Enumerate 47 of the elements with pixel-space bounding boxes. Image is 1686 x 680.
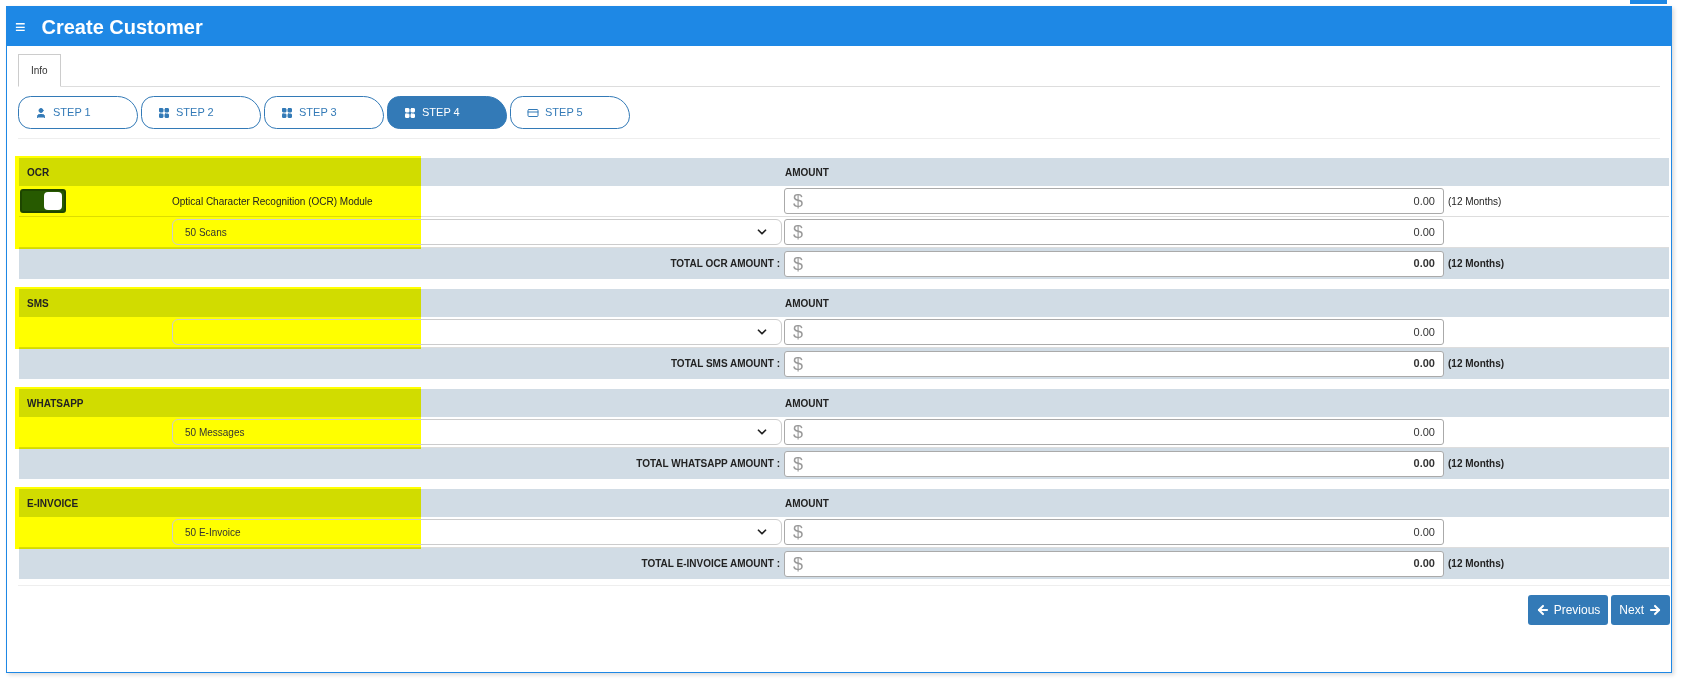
step-tab[interactable]: STEP 1 (18, 96, 138, 129)
amount-field[interactable]: $ 0.00 (784, 250, 1444, 277)
package-select[interactable]: 50 E-Invoice (172, 519, 782, 545)
amount-field[interactable]: $ 0.00 (784, 519, 1444, 545)
grid-icon (404, 106, 416, 119)
amount-field[interactable]: $ 0.00 (784, 419, 1444, 445)
previous-button[interactable]: Previous (1527, 595, 1609, 625)
step-tab[interactable]: STEP 4 (387, 96, 507, 129)
section-title: OCR (26, 165, 51, 180)
next-button[interactable]: Next (1611, 595, 1670, 625)
section-title: E-INVOICE (26, 496, 80, 511)
total-label: TOTAL SMS AMOUNT : (670, 357, 780, 371)
amount-heading: AMOUNT (785, 165, 829, 180)
amount-heading: AMOUNT (785, 496, 829, 511)
amount-field[interactable]: $ 0.00 (784, 550, 1444, 577)
card-icon (527, 106, 539, 119)
amount-field[interactable]: $ 0.00 (784, 450, 1444, 477)
period-note: (12 Months) (1448, 194, 1502, 209)
amount-heading: AMOUNT (785, 396, 829, 411)
user-icon (35, 106, 47, 119)
toggle-switch[interactable] (20, 189, 66, 213)
total-label: TOTAL E-INVOICE AMOUNT : (641, 557, 780, 571)
package-select[interactable]: 50 Scans (172, 219, 782, 245)
grid-icon (281, 106, 293, 119)
amount-field[interactable]: $ 0.00 (784, 188, 1444, 214)
section-title: SMS (26, 296, 50, 311)
period-note: (12 Months) (1448, 457, 1505, 471)
menu-button[interactable]: ≡ (15, 17, 26, 36)
arrow-left-icon (1535, 603, 1550, 617)
total-label: TOTAL OCR AMOUNT : (670, 257, 780, 271)
amount-field[interactable]: $ 0.00 (784, 350, 1444, 377)
total-label: TOTAL WHATSAPP AMOUNT : (636, 457, 780, 471)
tab[interactable]: Info (18, 54, 61, 87)
module-label: Optical Character Recognition (OCR) Module (172, 194, 373, 209)
period-note: (12 Months) (1448, 257, 1505, 271)
period-note: (12 Months) (1448, 357, 1505, 371)
page-title: Create Customer (41, 14, 203, 40)
period-note: (12 Months) (1448, 557, 1505, 571)
step-tab[interactable]: STEP 3 (264, 96, 384, 129)
section-title: WHATSAPP (26, 396, 85, 411)
grid-icon (158, 106, 170, 119)
amount-heading: AMOUNT (785, 296, 829, 311)
amount-field[interactable]: $ 0.00 (784, 319, 1444, 345)
step-tab[interactable]: STEP 5 (510, 96, 630, 129)
package-select[interactable]: 50 Messages (172, 419, 782, 445)
step-tab[interactable]: STEP 2 (141, 96, 261, 129)
amount-field[interactable]: $ 0.00 (784, 219, 1444, 245)
